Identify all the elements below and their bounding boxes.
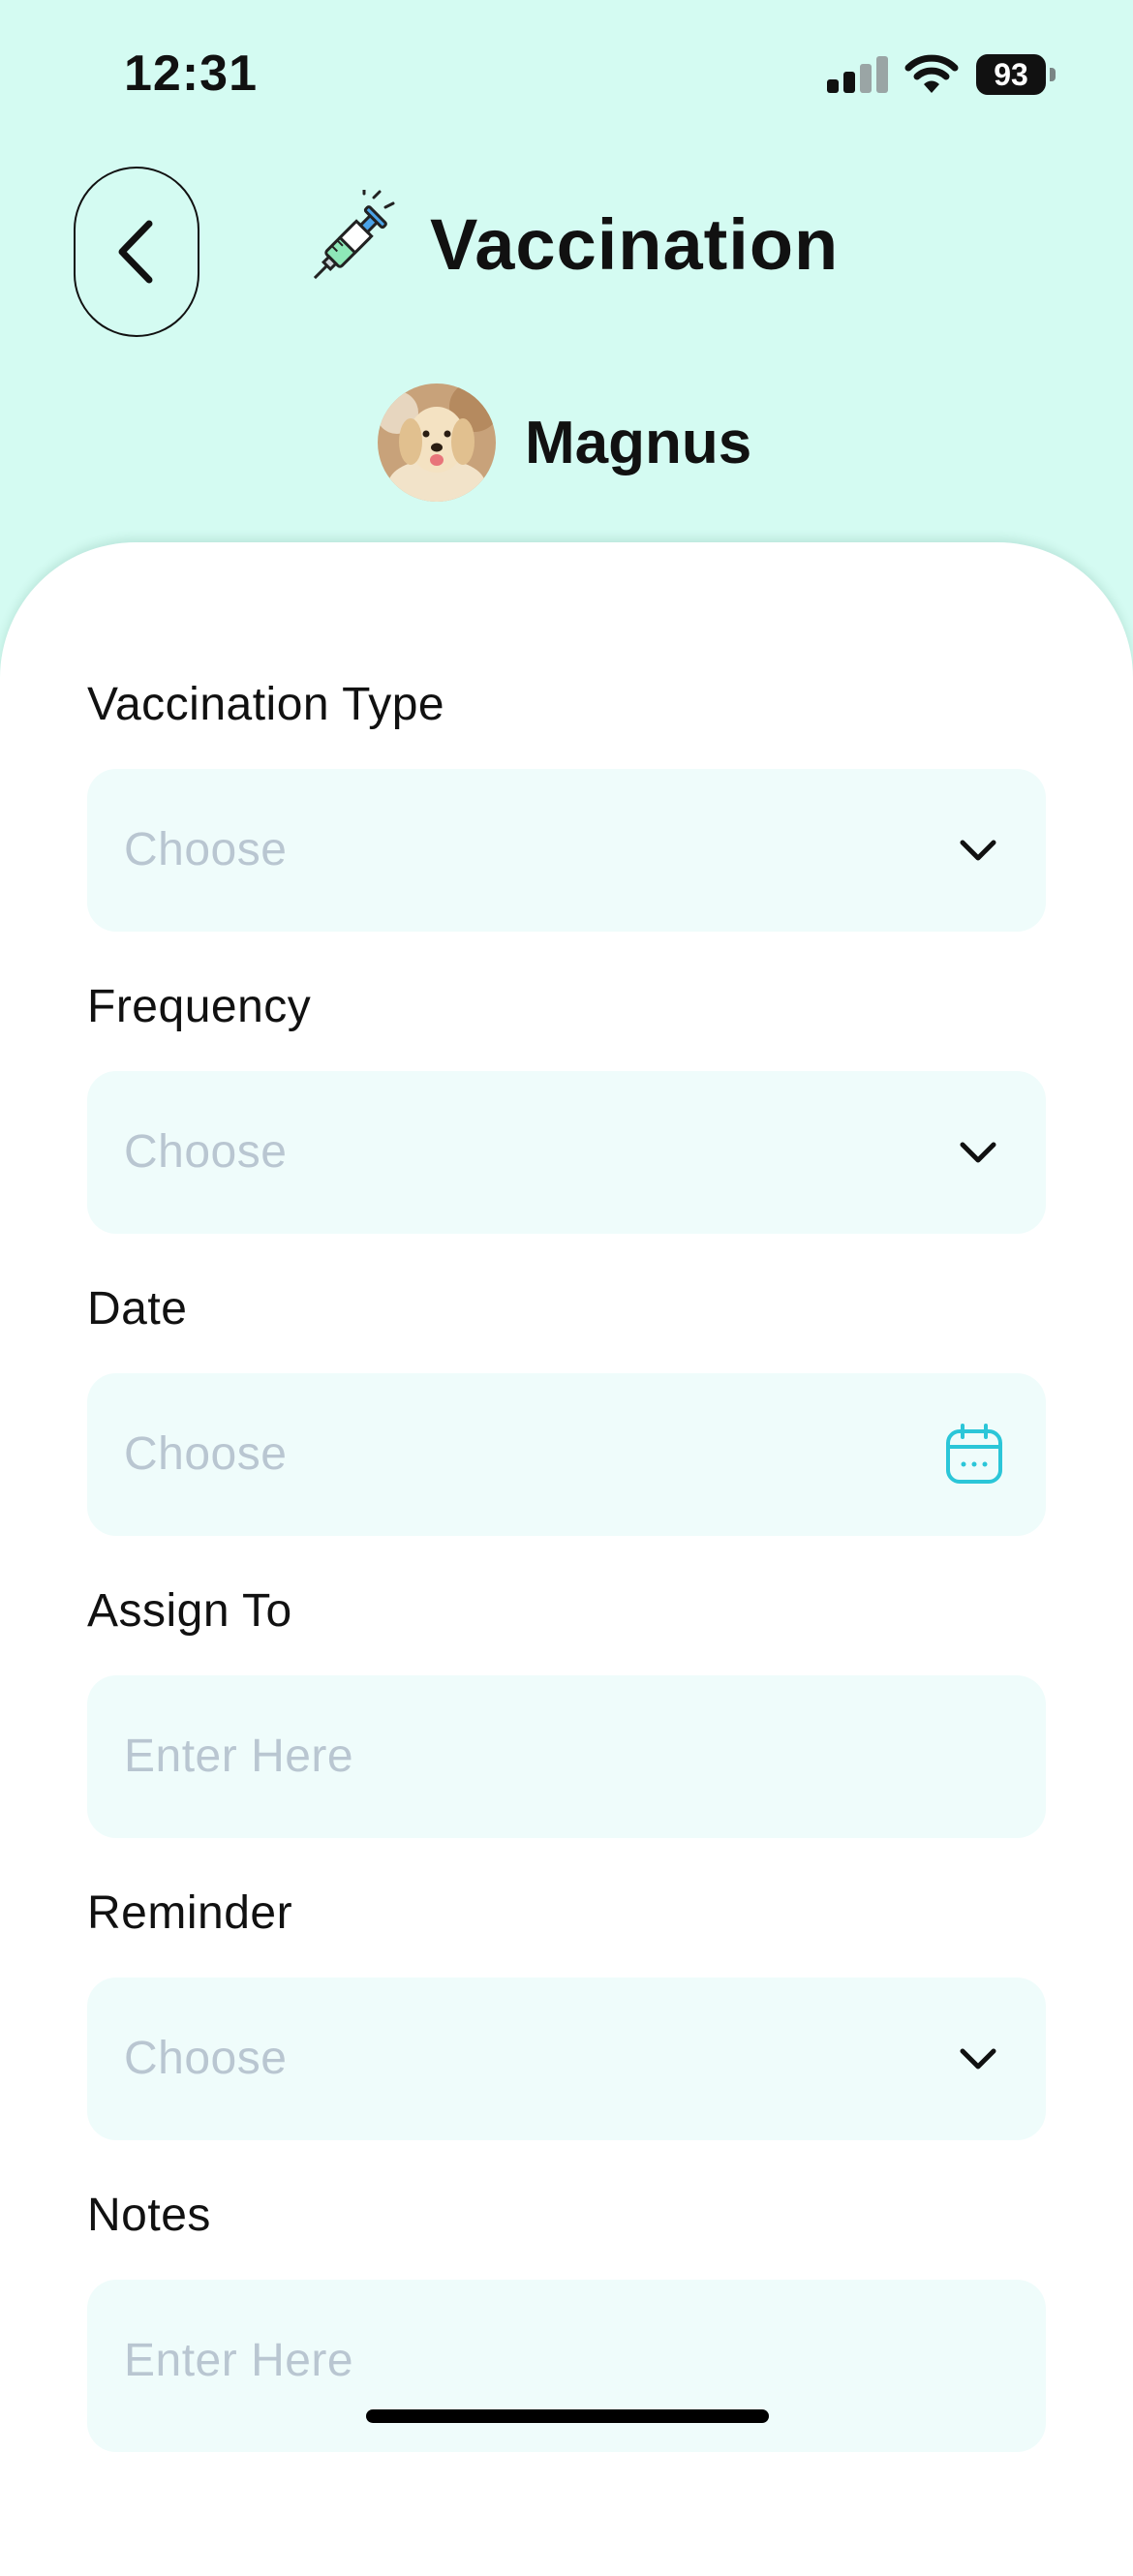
chevron-down-icon bbox=[960, 2048, 996, 2070]
date-placeholder: Choose bbox=[124, 1428, 288, 1480]
reminder-label: Reminder bbox=[87, 1887, 293, 1939]
assign-to-placeholder: Enter Here bbox=[124, 1731, 354, 1782]
frequency-select[interactable]: Choose bbox=[87, 1071, 1046, 1234]
battery-level: 93 bbox=[976, 54, 1046, 95]
notes-label: Notes bbox=[87, 2190, 211, 2241]
calendar-icon[interactable] bbox=[945, 1424, 1003, 1486]
status-bar: 12:31 93 bbox=[0, 0, 1133, 145]
status-time: 12:31 bbox=[124, 46, 258, 102]
notes-placeholder: Enter Here bbox=[124, 2335, 354, 2386]
syringe-icon bbox=[313, 190, 395, 280]
reminder-placeholder: Choose bbox=[124, 2033, 288, 2084]
reminder-select[interactable]: Choose bbox=[87, 1978, 1046, 2140]
vaccination-type-label: Vaccination Type bbox=[87, 679, 445, 730]
page-title: Vaccination bbox=[430, 204, 840, 285]
pet-avatar[interactable] bbox=[378, 383, 496, 502]
chevron-down-icon bbox=[960, 1142, 996, 1163]
back-button[interactable] bbox=[74, 167, 199, 337]
assign-to-input[interactable]: Enter Here bbox=[87, 1675, 1046, 1838]
chevron-left-icon bbox=[118, 220, 153, 284]
assign-to-label: Assign To bbox=[87, 1585, 292, 1637]
notes-input[interactable]: Enter Here bbox=[87, 2280, 1046, 2452]
cellular-signal-icon bbox=[827, 56, 889, 93]
vaccination-type-placeholder: Choose bbox=[124, 824, 288, 875]
frequency-placeholder: Choose bbox=[124, 1126, 288, 1178]
date-picker[interactable]: Choose bbox=[87, 1373, 1046, 1536]
home-indicator bbox=[366, 2409, 769, 2423]
battery-icon: 93 bbox=[976, 54, 1056, 95]
wifi-icon bbox=[904, 54, 959, 93]
vaccination-type-select[interactable]: Choose bbox=[87, 769, 1046, 932]
pet-name: Magnus bbox=[525, 410, 752, 476]
frequency-label: Frequency bbox=[87, 981, 312, 1032]
chevron-down-icon bbox=[960, 840, 996, 861]
date-label: Date bbox=[87, 1283, 188, 1334]
